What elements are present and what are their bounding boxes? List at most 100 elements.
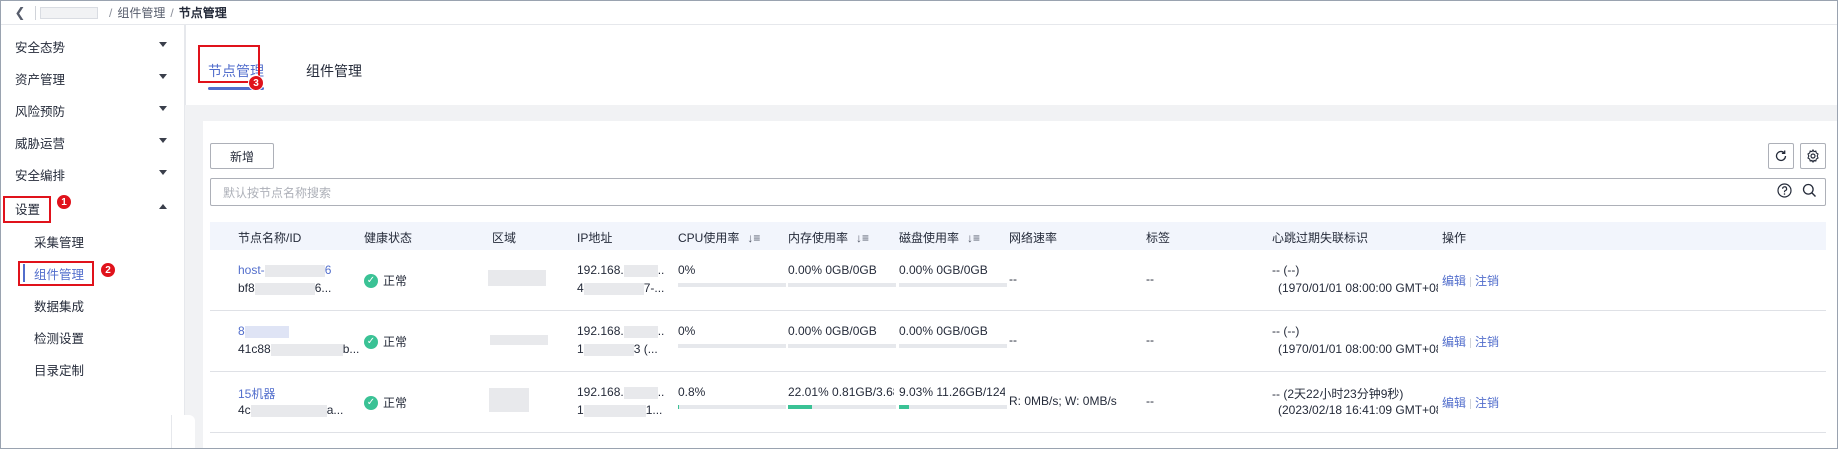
app-window: ❮ / 组件管理 / 节点管理 安全态势 资产管理 风险预防 威胁运营 安全编排 — [0, 0, 1838, 449]
breadcrumb-item-components[interactable]: 组件管理 — [117, 4, 165, 21]
table-header: 节点名称/ID 健康状态 区域 IP地址 CPU使用率 ↓≡ 内存使用率 ↓≡ 磁盘… — [210, 222, 1826, 250]
disk-usage: 0.00% 0GB/0GB — [899, 263, 988, 277]
table-row: 15机器 4c a... ✓ 正常 192.168... 1 1... 0.8% 22… — [210, 372, 1826, 433]
chevron-up-icon — [159, 204, 167, 209]
divider — [35, 5, 36, 20]
annotation-box-settings — [3, 196, 51, 223]
row-actions: 编辑 注销 — [1442, 272, 1499, 289]
memory-usage-bar — [788, 405, 896, 409]
memory-usage: 0.00% 0GB/0GB — [788, 263, 877, 277]
node-id: 4c a... — [238, 403, 344, 417]
unregister-link[interactable]: 注销 — [1475, 396, 1499, 410]
annotation-badge-1: 1 — [56, 194, 72, 210]
ip-secondary: 4 7-... — [577, 281, 665, 295]
edit-link[interactable]: 编辑 — [1442, 274, 1466, 288]
check-circle-icon: ✓ — [364, 273, 378, 288]
search-icon[interactable] — [1802, 183, 1817, 201]
column-header-tag: 标签 — [1146, 231, 1171, 245]
heartbeat-time: (1970/01/01 08:00:00 GMT+08:00 — [1278, 281, 1438, 295]
region-redacted — [488, 270, 546, 286]
tab-bar: 节点管理 组件管理 3 — [185, 25, 1837, 105]
column-header-region: 区域 — [492, 231, 517, 245]
column-header-name: 节点名称/ID — [238, 231, 302, 245]
region-redacted — [490, 335, 548, 345]
table-row: host- 6 bf8 6... ✓ 正常 192.168... 4 7-... 0% … — [210, 250, 1826, 311]
tag-value: -- — [1146, 333, 1154, 347]
region-redacted — [489, 388, 529, 412]
search-input[interactable]: 默认按节点名称搜索 — [210, 178, 1826, 206]
memory-usage: 0.00% 0GB/0GB — [788, 324, 877, 338]
ip-primary: 192.168... — [577, 324, 665, 338]
sidebar-item-label: 风险预防 — [15, 104, 66, 119]
health-status: ✓ 正常 — [364, 272, 407, 289]
tag-value: -- — [1146, 272, 1154, 286]
sidebar-subitem-catalog[interactable]: 目录定制 — [1, 350, 185, 388]
cpu-usage-bar — [678, 344, 786, 348]
disk-usage: 9.03% 11.26GB/124.7 — [899, 385, 1005, 399]
sidebar-item-label: 资产管理 — [15, 72, 66, 87]
row-actions: 编辑 注销 — [1442, 394, 1499, 411]
tag-value: -- — [1146, 394, 1154, 408]
node-name-link[interactable]: 8 — [238, 324, 289, 338]
sidebar-item-label: 安全编排 — [15, 168, 66, 183]
health-status: ✓ 正常 — [364, 333, 407, 350]
row-actions: 编辑 注销 — [1442, 333, 1499, 350]
node-id: bf8 6... — [238, 281, 332, 295]
sidebar: 安全态势 资产管理 风险预防 威胁运营 安全编排 设置 1 采集管理 组件管理 … — [1, 25, 185, 448]
memory-usage-bar — [788, 344, 896, 348]
node-name-link[interactable]: 15机器 — [238, 385, 275, 402]
network-rate: -- — [1009, 333, 1017, 347]
back-icon[interactable]: ❮ — [13, 5, 27, 20]
chevron-down-icon — [159, 170, 167, 175]
column-header-actions: 操作 — [1442, 231, 1467, 245]
check-circle-icon: ✓ — [364, 334, 378, 349]
sidebar-scroll-stub — [171, 415, 195, 448]
network-rate: -- — [1009, 272, 1017, 286]
unregister-link[interactable]: 注销 — [1475, 274, 1499, 288]
ip-secondary: 1 1... — [577, 403, 663, 417]
sort-icon[interactable]: ↓≡ — [967, 231, 980, 245]
edit-link[interactable]: 编辑 — [1442, 335, 1466, 349]
chevron-down-icon — [159, 42, 167, 47]
tab-component-management[interactable]: 组件管理 — [306, 61, 362, 81]
column-header-memory[interactable]: 内存使用率 ↓≡ — [788, 229, 869, 246]
network-rate: R: 0MB/s; W: 0MB/s — [1009, 394, 1117, 408]
node-id: 41c88 b... — [238, 342, 360, 356]
breadcrumb-bar: ❮ / 组件管理 / 节点管理 — [1, 1, 1837, 25]
sort-icon[interactable]: ↓≡ — [747, 231, 760, 245]
cpu-usage: 0% — [678, 263, 696, 277]
column-header-cpu[interactable]: CPU使用率 ↓≡ — [678, 229, 760, 246]
column-header-ip: IP地址 — [577, 231, 613, 245]
column-header-network: 网络速率 — [1009, 231, 1058, 245]
table-row: 8 41c88 b... ✓ 正常 192.168... 13 (... 0% 0.… — [210, 311, 1826, 372]
column-header-health: 健康状态 — [364, 231, 413, 245]
refresh-icon[interactable] — [1768, 143, 1794, 169]
unregister-link[interactable]: 注销 — [1475, 335, 1499, 349]
sidebar-item-label: 安全态势 — [15, 40, 66, 55]
ip-primary: 192.168... — [577, 385, 665, 399]
add-button[interactable]: 新增 — [210, 143, 274, 169]
cpu-usage-bar — [678, 283, 786, 287]
help-icon[interactable] — [1777, 183, 1792, 201]
edit-link[interactable]: 编辑 — [1442, 396, 1466, 410]
cpu-usage: 0.8% — [678, 385, 706, 399]
column-header-disk[interactable]: 磁盘使用率 ↓≡ — [899, 229, 980, 246]
heartbeat-status: -- (--) — [1272, 263, 1300, 277]
sidebar-item-security-orchestration[interactable]: 安全编排 — [1, 155, 185, 193]
ip-primary: 192.168... — [577, 263, 665, 277]
annotation-badge-2: 2 — [100, 262, 116, 278]
disk-usage-bar — [899, 344, 1007, 348]
memory-usage-bar — [788, 283, 896, 287]
column-header-heartbeat: 心跳过期失联标识 — [1272, 231, 1369, 245]
breadcrumb-redacted — [40, 6, 98, 19]
chevron-down-icon — [159, 138, 167, 143]
sort-icon[interactable]: ↓≡ — [856, 231, 869, 245]
memory-usage: 22.01% 0.81GB/3.68( — [788, 385, 894, 399]
cpu-usage: 0% — [678, 324, 696, 338]
gear-icon[interactable] — [1800, 143, 1826, 169]
node-name-link[interactable]: host- 6 — [238, 263, 331, 277]
heartbeat-status: -- (--) — [1272, 324, 1300, 338]
annotation-badge-3: 3 — [248, 75, 264, 91]
heartbeat-time: (2023/02/18 16:41:09 GMT+08:00 — [1278, 403, 1438, 417]
annotation-box-components — [18, 261, 94, 286]
